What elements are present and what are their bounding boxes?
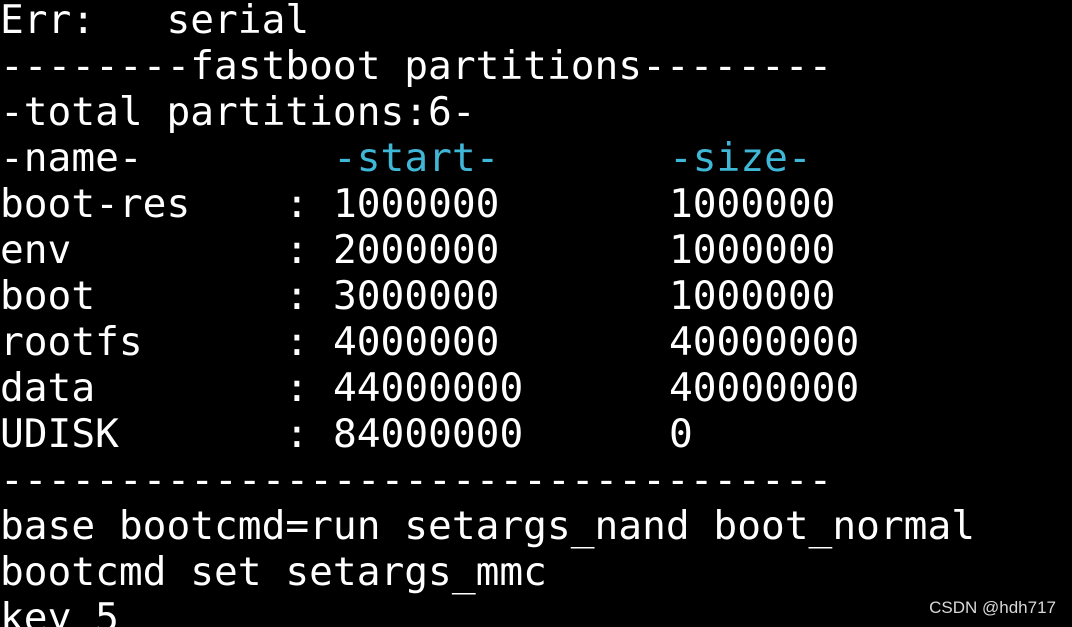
table-row: UDISK : 84000000 0 — [0, 411, 1072, 457]
partition-size: 40000000 — [669, 365, 860, 411]
row-separator: : — [285, 365, 309, 411]
partition-size: 1000000 — [669, 181, 836, 227]
header-name: -name- — [0, 135, 143, 181]
header-size: -size- — [669, 135, 812, 181]
csdn-watermark: CSDN @hdh717 — [929, 598, 1056, 617]
partition-start: 1000000 — [333, 181, 500, 227]
partition-size: 0 — [669, 411, 693, 457]
table-row: boot-res : 1000000 1000000 — [0, 181, 1072, 227]
row-separator: : — [285, 227, 309, 273]
row-separator: : — [285, 411, 309, 457]
partition-start: 84000000 — [333, 411, 524, 457]
partition-size: 1000000 — [669, 227, 836, 273]
header-start: -start- — [333, 135, 500, 181]
err-line: Err: serial — [0, 0, 310, 43]
partition-start: 44000000 — [333, 365, 524, 411]
partition-name: data — [0, 365, 96, 411]
table-rule-line: ----------------------------------- — [0, 457, 833, 503]
terminal-window[interactable]: Err: serial --------fastboot partitions-… — [0, 0, 1072, 627]
partition-name: UDISK — [0, 411, 119, 457]
total-partitions-line: -total partitions:6- — [0, 89, 476, 135]
row-separator: : — [285, 273, 309, 319]
partition-name: boot-res — [0, 181, 191, 227]
partition-size: 40000000 — [669, 319, 860, 365]
partition-name: env — [0, 227, 72, 273]
table-row: boot : 3000000 1000000 — [0, 273, 1072, 319]
table-row: rootfs : 4000000 40000000 — [0, 319, 1072, 365]
table-row: env : 2000000 1000000 — [0, 227, 1072, 273]
key-line: key 5 — [0, 595, 119, 627]
row-separator: : — [285, 319, 309, 365]
partition-start: 3000000 — [333, 273, 500, 319]
partition-name: boot — [0, 273, 96, 319]
table-header-line: -name- -start- -size- — [0, 135, 1072, 181]
partition-size: 1000000 — [669, 273, 836, 319]
partition-start: 2000000 — [333, 227, 500, 273]
base-bootcmd-line: base bootcmd=run setargs_nand boot_norma… — [0, 503, 976, 549]
partitions-title-line: --------fastboot partitions-------- — [0, 43, 833, 89]
bootcmd-set-line: bootcmd set setargs_mmc — [0, 549, 547, 595]
table-row: data : 44000000 40000000 — [0, 365, 1072, 411]
partition-start: 4000000 — [333, 319, 500, 365]
partition-name: rootfs — [0, 319, 143, 365]
row-separator: : — [285, 181, 309, 227]
